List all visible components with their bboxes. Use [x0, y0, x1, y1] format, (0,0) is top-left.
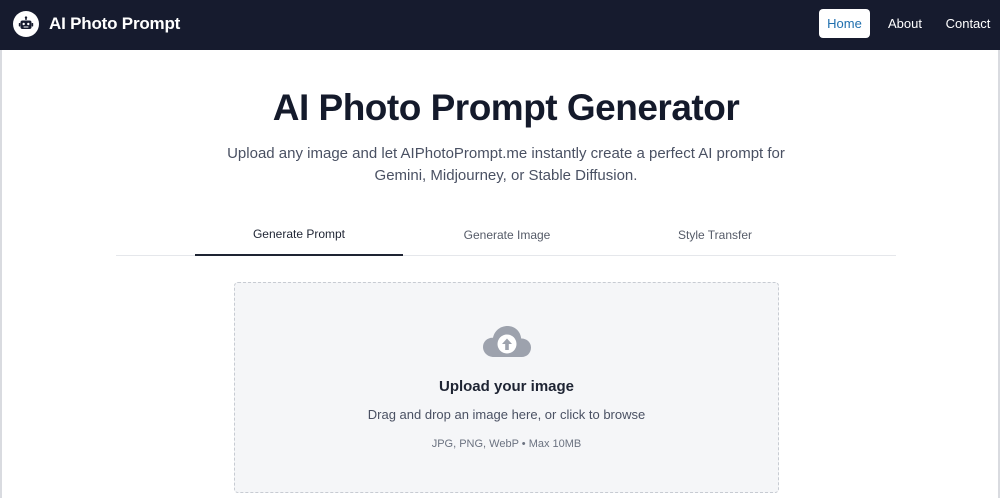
- cloud-upload-icon: [482, 323, 532, 363]
- brand-name: AI Photo Prompt: [49, 14, 181, 33]
- upload-format-info: JPG, PNG, WebP • Max 10MB: [431, 438, 582, 450]
- brand[interactable]: AI Photo Prompt: [13, 11, 180, 37]
- upload-title: Upload your image: [438, 378, 575, 395]
- nav-about-link[interactable]: About: [876, 9, 934, 38]
- nav-contact-link[interactable]: Contact: [936, 9, 1000, 38]
- robot-icon: [13, 11, 39, 37]
- top-navbar: AI Photo Prompt Home About Contact: [0, 0, 1000, 50]
- tab-style-transfer[interactable]: Style Transfer: [611, 214, 819, 256]
- mode-tabs: Generate Prompt Generate Image Style Tra…: [116, 214, 896, 256]
- nav-links: Home About Contact: [819, 9, 1000, 38]
- page-title: AI Photo Prompt Generator: [272, 87, 740, 128]
- tab-generate-image[interactable]: Generate Image: [403, 214, 611, 256]
- tab-generate-prompt[interactable]: Generate Prompt: [195, 214, 403, 256]
- upload-description: Drag and drop an image here, or click to…: [367, 407, 646, 422]
- upload-dropzone[interactable]: Upload your image Drag and drop an image…: [234, 282, 779, 493]
- page-subtitle: Upload any image and let AIPhotoPrompt.m…: [227, 145, 785, 184]
- nav-home-link[interactable]: Home: [819, 9, 870, 38]
